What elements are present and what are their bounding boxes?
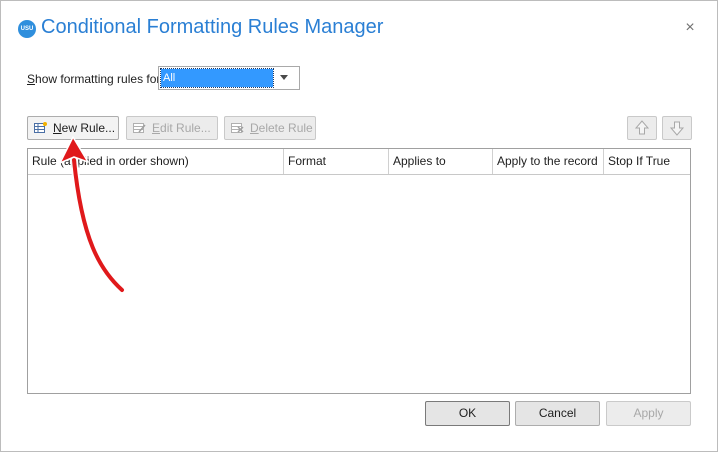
- move-down-button[interactable]: [662, 116, 692, 140]
- cancel-button[interactable]: Cancel: [515, 401, 600, 426]
- new-rule-label-text: ew Rule...: [61, 121, 116, 135]
- table-new-icon: [34, 122, 47, 133]
- new-rule-button[interactable]: New Rule...: [27, 116, 119, 140]
- show-rules-label-text: how formatting rules for:: [35, 72, 164, 86]
- delete-rule-label-text: elete Rule: [258, 121, 313, 135]
- edit-rule-label-text: dit Rule...: [160, 121, 211, 135]
- ok-button[interactable]: OK: [425, 401, 510, 426]
- column-header-apply-to-record[interactable]: Apply to the record: [493, 149, 604, 174]
- move-up-button[interactable]: [627, 116, 657, 140]
- table-delete-icon: [231, 123, 244, 133]
- edit-rule-mnemonic: E: [152, 121, 161, 135]
- chevron-down-icon[interactable]: [280, 75, 288, 80]
- show-rules-label: Show formatting rules for:: [27, 72, 164, 86]
- app-logo-icon: USU: [18, 20, 36, 38]
- column-header-rule[interactable]: Rule (applied in order shown): [28, 149, 284, 174]
- delete-rule-mnemonic: D: [250, 121, 259, 135]
- delete-rule-button[interactable]: Delete Rule: [224, 116, 316, 140]
- edit-rule-label: Edit Rule...: [152, 117, 211, 139]
- title-bar: USU Conditional Formatting Rules Manager…: [1, 1, 717, 57]
- new-rule-mnemonic: N: [53, 121, 62, 135]
- conditional-formatting-dialog: USU Conditional Formatting Rules Manager…: [0, 0, 718, 452]
- grid-header: Rule (applied in order shown) Format App…: [28, 149, 690, 175]
- column-header-stop-if-true[interactable]: Stop If True: [604, 149, 690, 174]
- delete-rule-label: Delete Rule: [250, 117, 313, 139]
- new-rule-label: New Rule...: [53, 117, 115, 139]
- show-rules-selected-value: All: [160, 68, 274, 88]
- edit-rule-button[interactable]: Edit Rule...: [126, 116, 218, 140]
- arrow-down-icon: [669, 121, 685, 136]
- dialog-title: Conditional Formatting Rules Manager: [41, 16, 384, 38]
- show-rules-mnemonic: S: [27, 72, 36, 86]
- arrow-up-icon: [634, 120, 650, 135]
- show-rules-combobox[interactable]: All: [158, 66, 300, 90]
- column-header-applies-to[interactable]: Applies to: [389, 149, 493, 174]
- close-icon[interactable]: ×: [680, 18, 700, 38]
- table-edit-icon: [133, 123, 146, 133]
- rules-grid[interactable]: Rule (applied in order shown) Format App…: [27, 148, 691, 394]
- apply-button[interactable]: Apply: [606, 401, 691, 426]
- column-header-format[interactable]: Format: [284, 149, 389, 174]
